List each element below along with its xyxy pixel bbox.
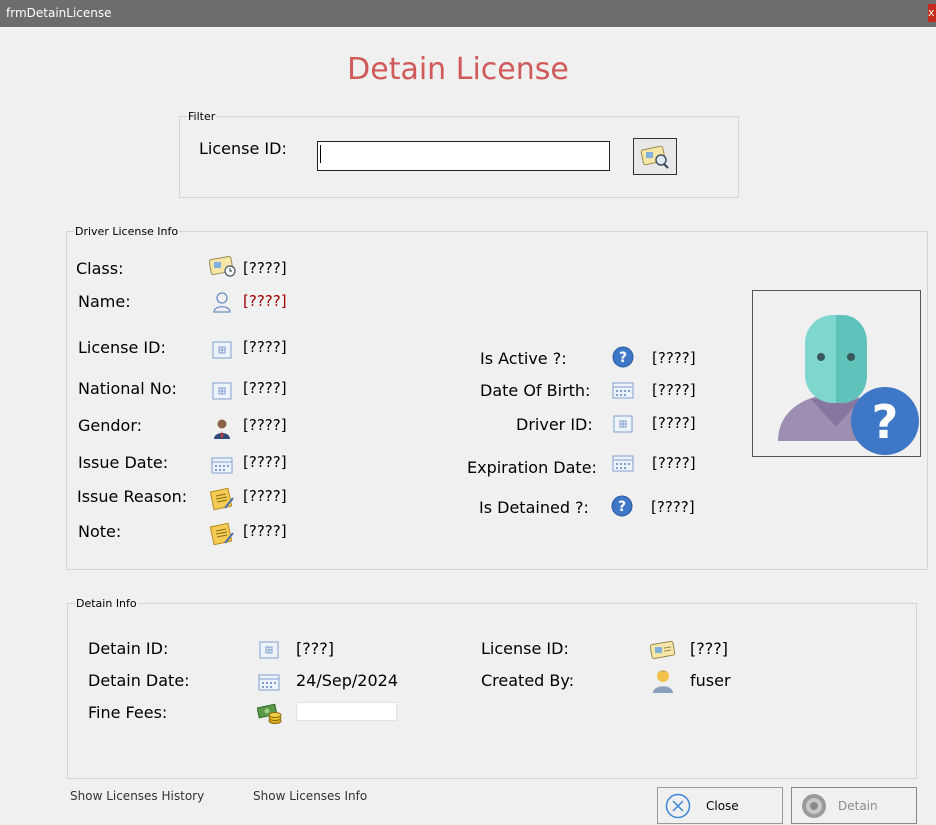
driver-id-icon: [613, 415, 633, 433]
expiration-calendar-icon: [612, 455, 634, 472]
detain-date-value: 24/Sep/2024: [296, 671, 399, 690]
license-id-label: License ID:: [78, 338, 166, 357]
close-circle-icon: [665, 793, 691, 819]
close-glyph: x: [928, 6, 935, 19]
expiration-date-label: Expiration Date:: [467, 458, 597, 477]
person-outline-icon: [213, 292, 231, 313]
license-card-icon: [650, 640, 676, 659]
show-licenses-info-link[interactable]: Show Licenses Info: [253, 789, 367, 803]
driver-id-value: [????]: [652, 414, 696, 432]
gender-value: [????]: [243, 416, 287, 434]
license-search-icon: [640, 145, 669, 169]
question-icon: ?: [612, 346, 634, 368]
window-title: frmDetainLicense: [6, 6, 112, 20]
detain-info-group: [67, 603, 917, 779]
national-no-value: [????]: [243, 379, 287, 397]
svg-text:?: ?: [619, 350, 627, 366]
detain-date-calendar-icon: [258, 674, 280, 691]
driver-license-info-group-label: Driver License Info: [74, 225, 180, 238]
detain-gear-icon: [802, 794, 826, 818]
is-active-value: [????]: [652, 349, 696, 367]
detained-question-icon: ?: [611, 495, 633, 517]
name-value: [????]: [243, 292, 287, 310]
page-title: Detain License: [347, 52, 569, 87]
close-button[interactable]: Close: [657, 787, 783, 824]
unknown-person-icon: ?: [778, 315, 919, 455]
detain-info-group-label: Detain Info: [75, 597, 138, 610]
is-active-label: Is Active ?:: [480, 349, 567, 368]
note-notepad-icon: [209, 522, 234, 546]
issue-reason-value: [????]: [243, 487, 287, 505]
license-id-search-input[interactable]: [317, 141, 610, 171]
id-card-icon: [212, 341, 232, 359]
detain-id-value: [???]: [296, 639, 334, 658]
birth-calendar-icon: [612, 382, 634, 399]
license-class-icon: [209, 256, 236, 277]
text-caret: [320, 145, 321, 163]
svg-text:?: ?: [618, 499, 626, 515]
detain-license-id-value: [???]: [690, 639, 728, 658]
window-close-button[interactable]: x: [928, 4, 936, 22]
is-detained-label: Is Detained ?:: [479, 498, 589, 517]
national-id-icon: [212, 382, 232, 400]
driver-id-label: Driver ID:: [516, 415, 593, 434]
license-id-value: [????]: [243, 338, 287, 356]
user-icon: [653, 670, 673, 693]
detain-button[interactable]: Detain: [791, 787, 917, 824]
title-bar: frmDetainLicense x: [0, 0, 936, 27]
notepad-icon: [209, 487, 234, 511]
issue-date-value: [????]: [243, 453, 287, 471]
created-by-value: fuser: [690, 671, 731, 690]
find-license-button[interactable]: [633, 138, 677, 175]
filter-license-id-label: License ID:: [199, 139, 287, 158]
detain-id-label: Detain ID:: [88, 639, 169, 658]
issue-date-label: Issue Date:: [78, 453, 169, 472]
note-label: Note:: [78, 522, 122, 541]
class-value: [????]: [243, 259, 287, 277]
date-of-birth-value: [????]: [652, 381, 696, 399]
calendar-icon: [211, 457, 233, 474]
national-no-label: National No:: [78, 379, 177, 398]
expiration-date-value: [????]: [652, 454, 696, 472]
issue-reason-label: Issue Reason:: [77, 487, 188, 506]
detain-id-icon: [259, 641, 279, 659]
note-value: [????]: [243, 522, 287, 540]
gender-man-icon: [214, 419, 230, 439]
gender-label: Gendor:: [78, 416, 143, 435]
class-label: Class:: [76, 259, 124, 278]
name-label: Name:: [78, 292, 131, 311]
show-licenses-history-link[interactable]: Show Licenses History: [70, 789, 204, 803]
is-detained-value: [????]: [651, 498, 695, 516]
fine-fees-input[interactable]: [296, 702, 397, 721]
money-coins-icon: [257, 703, 282, 724]
detain-button-label: Detain: [838, 799, 878, 813]
created-by-label: Created By:: [481, 671, 575, 690]
svg-text:?: ?: [872, 395, 899, 449]
driver-photo: ?: [752, 290, 921, 457]
detain-license-id-label: License ID:: [481, 639, 569, 658]
filter-group-label: Filter: [187, 110, 217, 123]
close-button-label: Close: [706, 799, 739, 813]
date-of-birth-label: Date Of Birth:: [480, 381, 591, 400]
detain-date-label: Detain Date:: [88, 671, 190, 690]
fine-fees-label: Fine Fees:: [88, 703, 168, 722]
